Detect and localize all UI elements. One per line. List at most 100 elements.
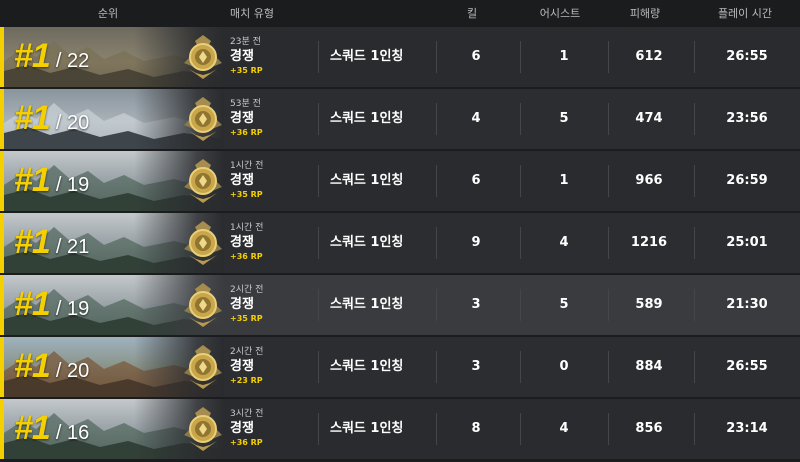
placement: #1 / 21 — [14, 225, 89, 259]
divider — [318, 289, 319, 321]
assists-value: 5 — [559, 297, 569, 312]
placement-total: / 16 — [55, 422, 90, 444]
match-meta: 53분 전 경쟁 +36 RP — [230, 98, 263, 138]
match-meta: 2시간 전 경쟁 +23 RP — [230, 346, 263, 386]
divider — [520, 413, 521, 445]
divider — [694, 103, 695, 135]
damage-value: 966 — [635, 173, 663, 188]
match-meta: 1시간 전 경쟁 +35 RP — [230, 160, 263, 200]
match-row[interactable]: #1 / 16 3시간 전 경쟁 +36 RP 스쿼드 1인칭 8 4 856 … — [0, 399, 800, 459]
placement: #1 / 20 — [14, 101, 89, 135]
playtime-value: 26:55 — [726, 359, 768, 374]
placement-rank: #1 — [14, 409, 51, 447]
divider — [318, 351, 319, 383]
divider — [318, 103, 319, 135]
divider — [520, 289, 521, 321]
assists-value: 4 — [559, 235, 569, 250]
divider — [318, 227, 319, 259]
divider — [608, 289, 609, 321]
rank-medal-icon — [184, 97, 222, 141]
match-mode: 경쟁 — [230, 235, 254, 250]
divider — [436, 103, 437, 135]
header-rank: 순위 — [97, 7, 119, 20]
header-kills: 킬 — [466, 7, 478, 20]
match-mode: 경쟁 — [230, 359, 254, 374]
rp-gain: +35 RP — [230, 190, 263, 199]
rp-gain: +36 RP — [230, 438, 263, 447]
playtime-value: 26:59 — [726, 173, 768, 188]
kills-value: 8 — [471, 421, 481, 436]
damage-value: 474 — [635, 111, 663, 126]
rank-medal-icon — [184, 407, 222, 451]
header-playtime: 플레이 시간 — [717, 7, 773, 20]
rp-gain: +23 RP — [230, 376, 263, 385]
divider — [608, 227, 609, 259]
match-mode: 경쟁 — [230, 421, 254, 436]
match-row[interactable]: #1 / 20 53분 전 경쟁 +36 RP 스쿼드 1인칭 4 5 474 … — [0, 89, 800, 149]
header-match-type: 매치 유형 — [230, 7, 274, 20]
match-meta: 1시간 전 경쟁 +36 RP — [230, 222, 263, 262]
divider — [436, 289, 437, 321]
divider — [520, 41, 521, 73]
divider — [608, 413, 609, 445]
header-assists: 어시스트 — [539, 7, 581, 20]
match-type: 스쿼드 1인칭 — [330, 421, 404, 436]
match-time-ago: 53분 전 — [230, 99, 261, 109]
assists-value: 1 — [559, 173, 569, 188]
divider — [436, 351, 437, 383]
placement: #1 / 19 — [14, 287, 89, 321]
divider — [520, 227, 521, 259]
match-meta: 2시간 전 경쟁 +35 RP — [230, 284, 263, 324]
assists-value: 4 — [559, 421, 569, 436]
match-time-ago: 1시간 전 — [230, 161, 264, 171]
assists-value: 1 — [559, 49, 569, 64]
match-row[interactable]: #1 / 20 2시간 전 경쟁 +23 RP 스쿼드 1인칭 3 0 884 … — [0, 337, 800, 397]
match-type: 스쿼드 1인칭 — [330, 235, 404, 250]
damage-value: 1216 — [630, 235, 668, 250]
placement-rank: #1 — [14, 99, 51, 137]
damage-value: 589 — [635, 297, 663, 312]
placement-total: / 19 — [55, 174, 90, 196]
divider — [608, 165, 609, 197]
match-type: 스쿼드 1인칭 — [330, 111, 404, 126]
rank-medal-icon — [184, 159, 222, 203]
placement: #1 / 19 — [14, 163, 89, 197]
divider — [694, 165, 695, 197]
playtime-value: 26:55 — [726, 49, 768, 64]
assists-value: 0 — [559, 359, 569, 374]
divider — [694, 351, 695, 383]
rp-gain: +35 RP — [230, 66, 263, 75]
rank-medal-icon — [184, 221, 222, 265]
kills-value: 9 — [471, 235, 481, 250]
divider — [318, 165, 319, 197]
table-header: 순위 매치 유형 킬 어시스트 피해량 플레이 시간 — [0, 0, 800, 24]
rp-gain: +35 RP — [230, 314, 263, 323]
divider — [694, 41, 695, 73]
placement-total: / 22 — [55, 50, 90, 72]
header-damage: 피해량 — [629, 7, 661, 20]
placement-rank: #1 — [14, 285, 51, 323]
match-type: 스쿼드 1인칭 — [330, 297, 404, 312]
divider — [436, 41, 437, 73]
match-row[interactable]: #1 / 22 23분 전 경쟁 +35 RP 스쿼드 1인칭 6 1 612 … — [0, 27, 800, 87]
match-mode: 경쟁 — [230, 111, 254, 126]
kills-value: 3 — [471, 297, 481, 312]
playtime-value: 21:30 — [726, 297, 768, 312]
match-meta: 3시간 전 경쟁 +36 RP — [230, 408, 263, 448]
divider — [608, 351, 609, 383]
rank-medal-icon — [184, 35, 222, 79]
match-row[interactable]: #1 / 21 1시간 전 경쟁 +36 RP 스쿼드 1인칭 9 4 1216… — [0, 213, 800, 273]
match-type: 스쿼드 1인칭 — [330, 359, 404, 374]
placement-total: / 19 — [55, 298, 90, 320]
rank-medal-icon — [184, 345, 222, 389]
match-time-ago: 23분 전 — [230, 37, 261, 47]
match-row[interactable]: #1 / 19 2시간 전 경쟁 +35 RP 스쿼드 1인칭 3 5 589 … — [0, 275, 800, 335]
kills-value: 3 — [471, 359, 481, 374]
divider — [608, 103, 609, 135]
match-row[interactable]: #1 / 19 1시간 전 경쟁 +35 RP 스쿼드 1인칭 6 1 966 … — [0, 151, 800, 211]
divider — [318, 413, 319, 445]
divider — [520, 103, 521, 135]
damage-value: 856 — [635, 421, 663, 436]
placement-rank: #1 — [14, 223, 51, 261]
divider — [436, 165, 437, 197]
